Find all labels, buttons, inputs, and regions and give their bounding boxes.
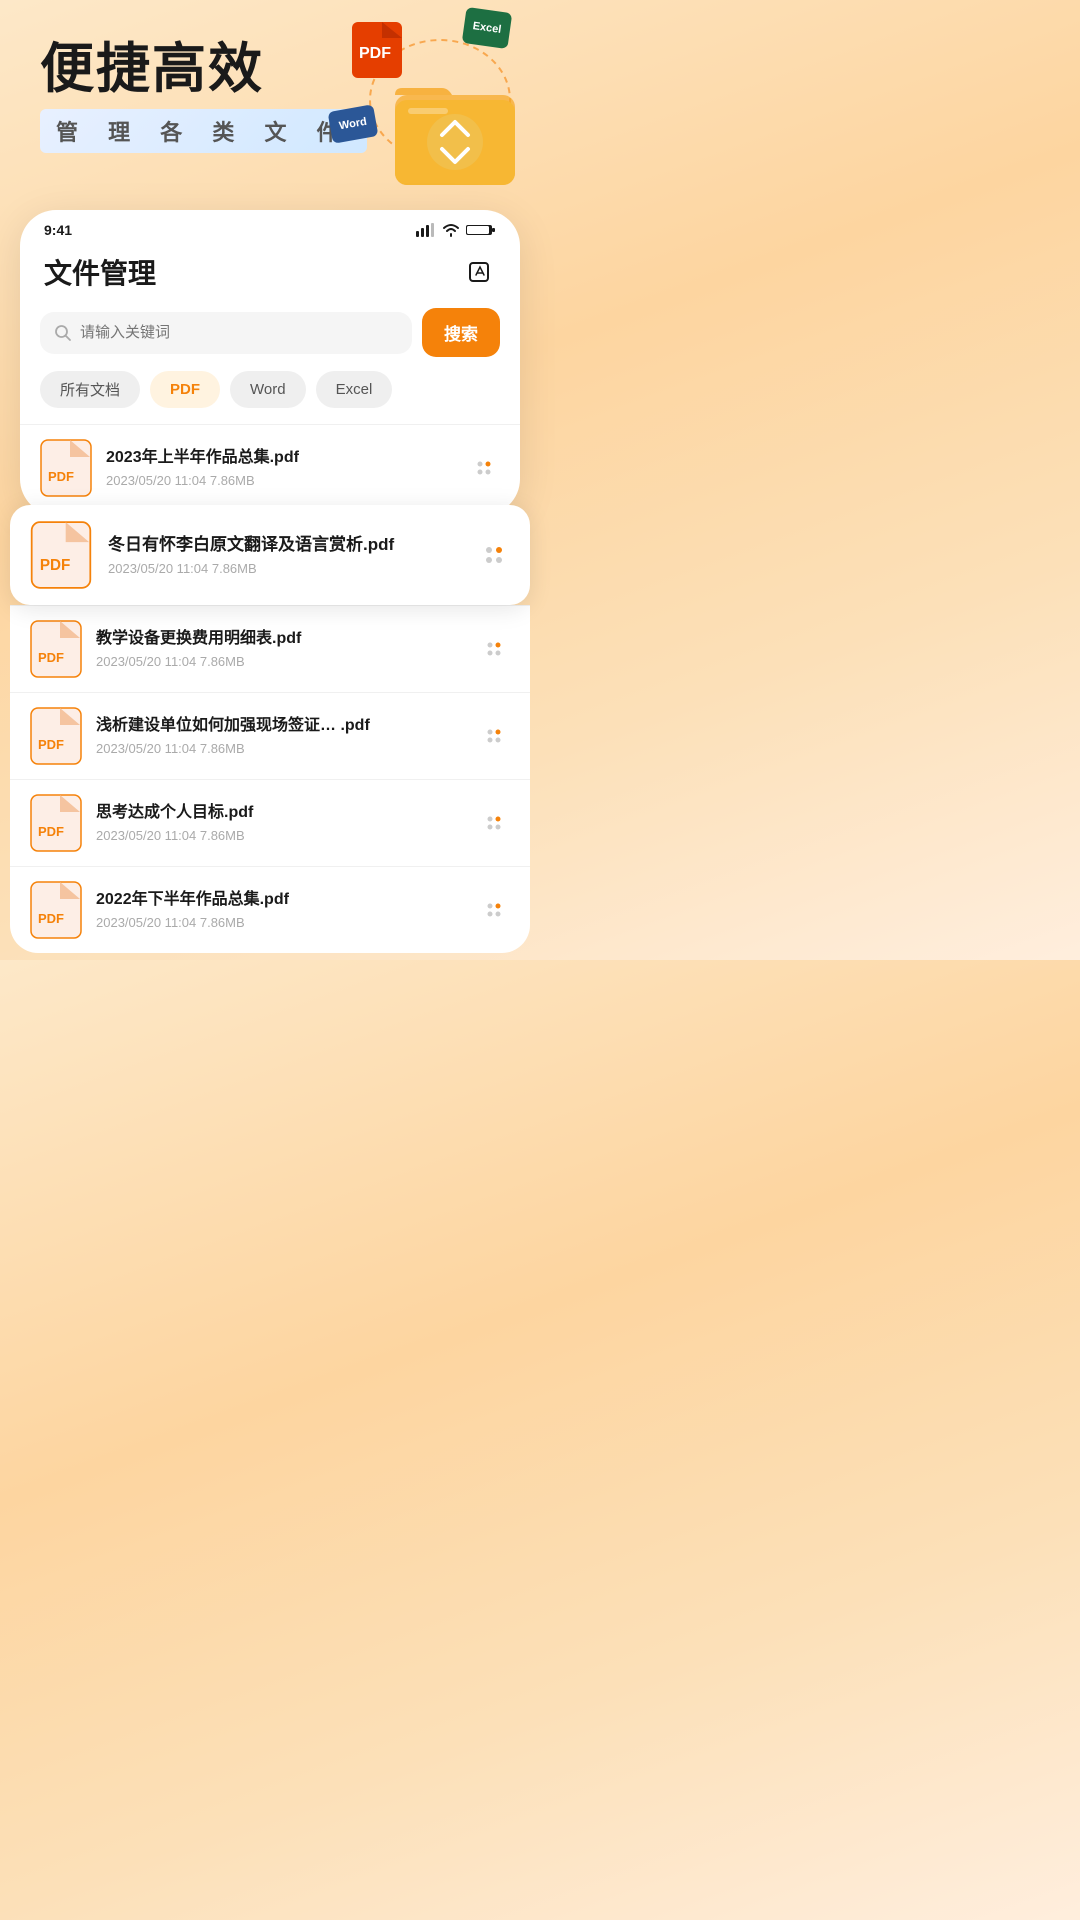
file-name: 2022年下半年作品总集.pdf (96, 890, 464, 911)
highlighted-card-wrapper: PDF 冬日有怀李白原文翻译及语言赏析.pdf 2023/05/20 11:04… (10, 505, 530, 605)
file-meta: 2023/05/20 11:04 7.86MB (96, 828, 464, 843)
file-item[interactable]: PDF 思考达成个人目标.pdf 2023/05/20 11:04 7.86MB (10, 779, 530, 866)
phone-mockup: 9:41 文件管理 (20, 210, 520, 515)
file-item[interactable]: PDF 浅析建设单位如何加强现场签证… .pdf 2023/05/20 11:0… (10, 692, 530, 779)
file-info: 思考达成个人目标.pdf 2023/05/20 11:04 7.86MB (96, 803, 464, 843)
file-more-button-highlighted[interactable] (478, 539, 510, 571)
file-name: 2023年上半年作品总集.pdf (106, 448, 454, 469)
file-meta: 2023/05/20 11:04 7.86MB (96, 915, 464, 930)
pdf-file-icon: PDF (30, 620, 82, 678)
file-meta-highlighted: 2023/05/20 11:04 7.86MB (108, 561, 462, 576)
filter-tabs: 所有文档 PDF Word Excel (20, 371, 520, 424)
svg-text:PDF: PDF (359, 45, 391, 62)
file-info: 2022年下半年作品总集.pdf 2023/05/20 11:04 7.86MB (96, 890, 464, 930)
file-more-button[interactable] (468, 452, 500, 484)
hero-illustration: PDF Excel Word (320, 10, 520, 190)
file-item[interactable]: PDF 2022年下半年作品总集.pdf 2023/05/20 11:04 7.… (10, 866, 530, 953)
pdf-file-icon: PDF (30, 794, 82, 852)
search-input-wrap[interactable] (40, 312, 412, 354)
main-folder-icon (390, 70, 520, 190)
pdf-file-icon: PDF (40, 439, 92, 497)
svg-text:PDF: PDF (38, 737, 64, 752)
file-info: 教学设备更换费用明细表.pdf 2023/05/20 11:04 7.86MB (96, 629, 464, 669)
file-item[interactable]: PDF 2023年上半年作品总集.pdf 2023/05/20 11:04 7.… (20, 424, 520, 511)
file-meta: 2023/05/20 11:04 7.86MB (106, 473, 454, 488)
battery-icon (466, 223, 496, 237)
pdf-file-icon-highlighted: PDF (30, 521, 92, 589)
tab-word[interactable]: Word (230, 371, 306, 408)
tab-pdf[interactable]: PDF (150, 371, 220, 408)
search-button[interactable]: 搜索 (422, 308, 500, 357)
search-input[interactable] (80, 324, 398, 341)
status-right (416, 223, 496, 237)
tab-excel[interactable]: Excel (316, 371, 393, 408)
signal-icon (416, 223, 436, 237)
svg-text:PDF: PDF (38, 911, 64, 926)
file-info: 浅析建设单位如何加强现场签证… .pdf 2023/05/20 11:04 7.… (96, 716, 464, 756)
file-name: 浅析建设单位如何加强现场签证… .pdf (96, 716, 464, 737)
file-name: 思考达成个人目标.pdf (96, 803, 464, 824)
pdf-file-icon: PDF (30, 881, 82, 939)
file-info: 2023年上半年作品总集.pdf 2023/05/20 11:04 7.86MB (106, 448, 454, 488)
file-more-button[interactable] (478, 720, 510, 752)
status-time: 9:41 (44, 222, 72, 238)
hero-section: 便捷高效 管 理 各 类 文 件 PDF Excel Word (0, 0, 540, 200)
file-list-in-phone: PDF 2023年上半年作品总集.pdf 2023/05/20 11:04 7.… (20, 424, 520, 515)
hero-subtitle: 管 理 各 类 文 件 (40, 109, 367, 153)
wifi-icon (442, 223, 460, 237)
svg-text:PDF: PDF (38, 650, 64, 665)
more-icon (482, 724, 506, 748)
highlighted-file-card[interactable]: PDF 冬日有怀李白原文翻译及语言赏析.pdf 2023/05/20 11:04… (10, 505, 530, 605)
search-bar: 搜索 (40, 308, 500, 357)
more-icon (482, 898, 506, 922)
more-icon (482, 811, 506, 835)
app-title: 文件管理 (44, 252, 156, 292)
pdf-file-icon: PDF (30, 707, 82, 765)
file-name: 教学设备更换费用明细表.pdf (96, 629, 464, 650)
svg-text:PDF: PDF (48, 469, 74, 484)
search-icon (54, 324, 72, 342)
edit-icon (466, 259, 492, 285)
more-icon (472, 456, 496, 480)
more-icon-highlighted (480, 541, 508, 569)
file-more-button[interactable] (478, 633, 510, 665)
file-meta: 2023/05/20 11:04 7.86MB (96, 741, 464, 756)
svg-text:PDF: PDF (38, 824, 64, 839)
edit-button[interactable] (462, 255, 496, 289)
status-bar: 9:41 (20, 210, 520, 242)
file-meta: 2023/05/20 11:04 7.86MB (96, 654, 464, 669)
file-list-bottom: PDF 教学设备更换费用明细表.pdf 2023/05/20 11:04 7.8… (10, 605, 530, 953)
svg-text:PDF: PDF (40, 557, 70, 574)
file-more-button[interactable] (478, 894, 510, 926)
file-more-button[interactable] (478, 807, 510, 839)
excel-float-icon: Excel (462, 7, 513, 49)
file-info-highlighted: 冬日有怀李白原文翻译及语言赏析.pdf 2023/05/20 11:04 7.8… (108, 534, 462, 575)
file-item[interactable]: PDF 教学设备更换费用明细表.pdf 2023/05/20 11:04 7.8… (10, 605, 530, 692)
more-icon (482, 637, 506, 661)
file-name-highlighted: 冬日有怀李白原文翻译及语言赏析.pdf (108, 534, 462, 556)
tab-all-docs[interactable]: 所有文档 (40, 371, 140, 408)
app-header: 文件管理 (20, 242, 520, 302)
